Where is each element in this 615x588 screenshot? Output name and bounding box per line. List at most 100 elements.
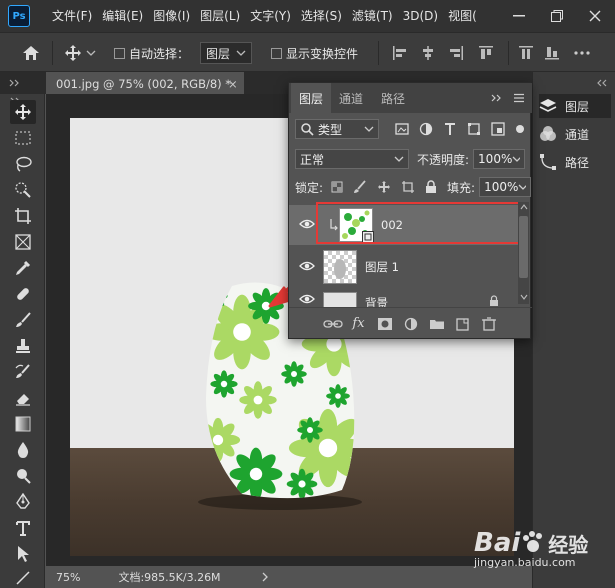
fill-field[interactable]: 100% bbox=[479, 177, 532, 197]
zoom-level[interactable]: 75% bbox=[56, 571, 80, 584]
double-chevron-left-icon[interactable] bbox=[597, 79, 609, 87]
fx-effects-icon[interactable]: fx bbox=[346, 316, 372, 331]
home-button[interactable] bbox=[22, 33, 40, 73]
show-transform-checkbox[interactable]: 显示变换控件 bbox=[271, 33, 358, 73]
auto-select-checkbox[interactable]: 自动选择： bbox=[114, 33, 189, 73]
clone-stamp-tool[interactable] bbox=[10, 334, 36, 358]
move-tool[interactable] bbox=[10, 100, 36, 124]
adjustment-filter-icon[interactable] bbox=[419, 122, 433, 136]
lock-all-icon[interactable] bbox=[425, 180, 437, 194]
type-filter-icon[interactable] bbox=[443, 122, 457, 136]
align-left-button[interactable] bbox=[392, 33, 408, 73]
close-tab-icon[interactable]: × bbox=[228, 77, 238, 91]
blur-tool[interactable] bbox=[10, 438, 36, 462]
menu-view[interactable]: 视图( bbox=[443, 0, 482, 32]
tab-layers[interactable]: 图层 bbox=[291, 83, 331, 113]
auto-select-dropdown[interactable]: 图层 bbox=[200, 33, 252, 73]
highlight-box bbox=[316, 202, 526, 244]
lock-label: 锁定: bbox=[295, 180, 324, 195]
frame-tool[interactable] bbox=[10, 230, 36, 254]
layer-row-background[interactable]: 背景 bbox=[289, 289, 519, 307]
visibility-eye-icon[interactable] bbox=[299, 260, 315, 274]
lock-pixels-icon[interactable] bbox=[353, 180, 367, 194]
dock-item-label: 通道 bbox=[565, 127, 590, 142]
dock-item-channels[interactable]: 通道 bbox=[539, 122, 611, 146]
pen-tool[interactable] bbox=[10, 490, 36, 514]
lock-artboard-icon[interactable] bbox=[401, 180, 415, 194]
brush-tool[interactable] bbox=[10, 308, 36, 332]
line-tool[interactable] bbox=[10, 566, 36, 588]
layers-scrollbar[interactable] bbox=[518, 202, 529, 304]
scroll-down-icon[interactable] bbox=[520, 294, 528, 300]
align-center-button[interactable] bbox=[420, 33, 436, 73]
dock-item-paths[interactable]: 路径 bbox=[539, 150, 611, 174]
gradient-tool[interactable] bbox=[10, 412, 36, 436]
scroll-up-icon[interactable] bbox=[520, 204, 528, 210]
image-filter-icon[interactable] bbox=[395, 122, 409, 136]
align-top-button[interactable] bbox=[478, 33, 494, 73]
adjustment-layer-icon[interactable] bbox=[398, 317, 424, 331]
filter-toggle-icon[interactable] bbox=[515, 122, 525, 136]
minimize-button[interactable] bbox=[500, 0, 538, 32]
lock-transparency-icon[interactable] bbox=[331, 181, 343, 193]
document-tab[interactable]: 001.jpg @ 75% (002, RGB/8) * × bbox=[46, 72, 244, 96]
layer-row-layer1[interactable]: 图层 1 bbox=[289, 247, 519, 287]
tab-paths[interactable]: 路径 bbox=[373, 83, 413, 113]
healing-brush-tool[interactable] bbox=[10, 282, 36, 306]
scrollbar-thumb[interactable] bbox=[519, 216, 528, 278]
paths-icon bbox=[540, 154, 556, 170]
lasso-tool[interactable] bbox=[10, 152, 36, 176]
menu-3d[interactable]: 3D(D) bbox=[398, 0, 443, 32]
opacity-field[interactable]: 100% bbox=[473, 149, 526, 169]
lock-position-icon[interactable] bbox=[377, 180, 391, 194]
visibility-eye-icon[interactable] bbox=[299, 218, 315, 232]
move-tool-preset[interactable] bbox=[64, 33, 96, 73]
menu-type[interactable]: 文字(Y) bbox=[245, 0, 296, 32]
dodge-tool[interactable] bbox=[10, 464, 36, 488]
restore-icon bbox=[551, 10, 563, 22]
history-brush-tool[interactable] bbox=[10, 360, 36, 384]
checkbox[interactable] bbox=[114, 47, 125, 59]
eyedropper-tool[interactable] bbox=[10, 256, 36, 280]
menu-file[interactable]: 文件(F) bbox=[47, 0, 97, 32]
shape-filter-icon[interactable] bbox=[467, 122, 481, 136]
new-group-folder-icon[interactable] bbox=[424, 317, 450, 331]
marquee-tool[interactable] bbox=[10, 126, 36, 150]
restore-button[interactable] bbox=[538, 0, 576, 32]
menu-edit[interactable]: 编辑(E) bbox=[97, 0, 148, 32]
chevron-right-icon[interactable] bbox=[261, 572, 269, 582]
trash-icon[interactable] bbox=[476, 316, 502, 331]
dock-item-layers[interactable]: 图层 bbox=[539, 94, 611, 118]
menu-image[interactable]: 图像(I) bbox=[148, 0, 195, 32]
new-layer-icon[interactable] bbox=[450, 317, 476, 331]
align-right-button[interactable] bbox=[448, 33, 464, 73]
blend-mode-dropdown[interactable]: 正常 bbox=[295, 149, 409, 169]
crop-tool[interactable] bbox=[10, 204, 36, 228]
add-mask-icon[interactable] bbox=[372, 317, 398, 331]
crop-icon bbox=[15, 208, 31, 224]
more-options-button[interactable] bbox=[574, 33, 590, 73]
quick-select-tool[interactable] bbox=[10, 178, 36, 202]
layer-filter-dropdown[interactable]: 类型 bbox=[295, 119, 379, 139]
path-selection-tool[interactable] bbox=[10, 542, 36, 566]
double-chevron-right-icon[interactable] bbox=[9, 79, 21, 87]
pen-icon bbox=[16, 493, 30, 509]
panel-menu-icon[interactable] bbox=[513, 93, 525, 103]
distribute-button[interactable] bbox=[518, 33, 534, 73]
checkbox[interactable] bbox=[271, 47, 282, 59]
link-layers-icon[interactable] bbox=[320, 317, 346, 331]
close-window-button[interactable] bbox=[576, 0, 614, 32]
visibility-eye-icon[interactable] bbox=[299, 293, 315, 307]
menu-select[interactable]: 选择(S) bbox=[296, 0, 347, 32]
type-tool[interactable] bbox=[10, 516, 36, 540]
menu-filter[interactable]: 滤镜(T) bbox=[347, 0, 398, 32]
menu-layer[interactable]: 图层(L) bbox=[195, 0, 245, 32]
tab-channels[interactable]: 通道 bbox=[331, 83, 371, 113]
eraser-tool[interactable] bbox=[10, 386, 36, 410]
distribute-icon bbox=[519, 46, 533, 59]
align-left-icon bbox=[393, 46, 406, 60]
distribute-vertical-button[interactable] bbox=[544, 33, 560, 73]
vase-thumbnail bbox=[334, 259, 346, 279]
double-chevron-right-icon[interactable] bbox=[491, 94, 503, 102]
smart-object-filter-icon[interactable] bbox=[491, 122, 505, 136]
